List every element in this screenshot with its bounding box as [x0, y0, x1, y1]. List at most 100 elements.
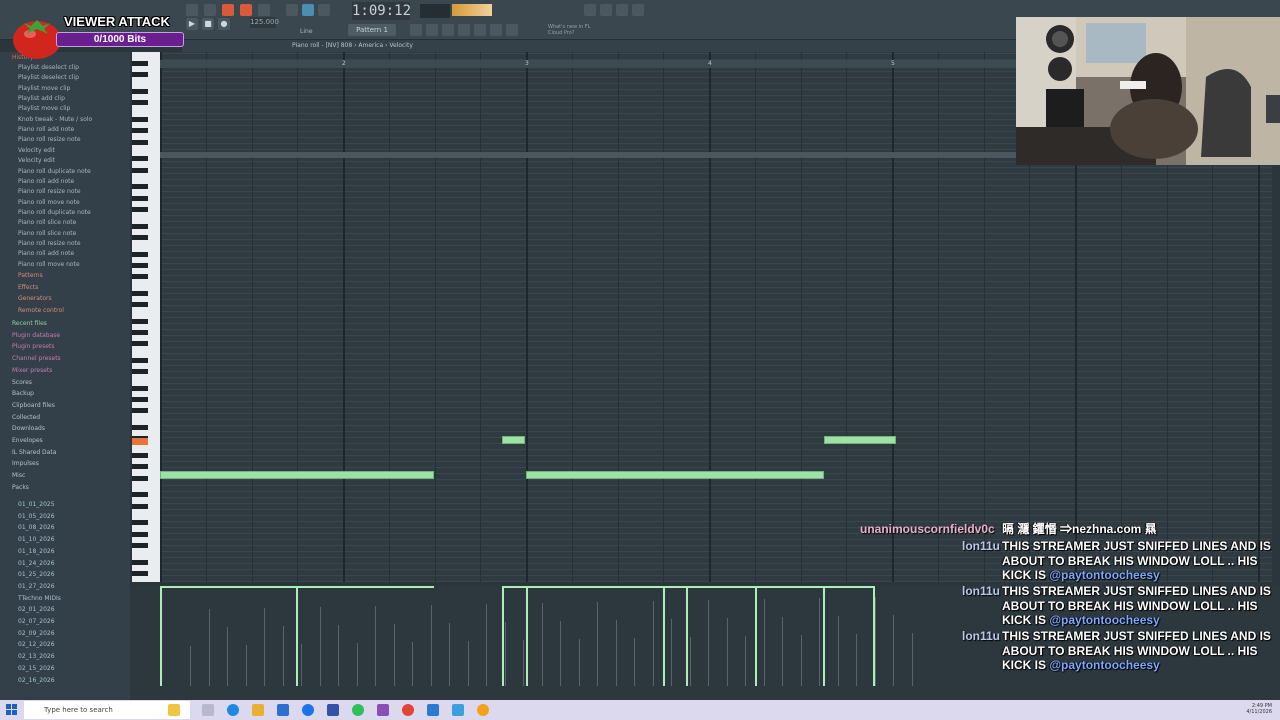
- chrome-icon[interactable]: [302, 704, 314, 716]
- chat-mention[interactable]: @paytontoocheesy: [1049, 658, 1159, 672]
- history-item[interactable]: Piano roll resize note: [18, 136, 81, 143]
- mixer-icon[interactable]: [600, 4, 612, 16]
- browser-section[interactable]: Effects: [18, 284, 38, 291]
- black-key[interactable]: [132, 262, 148, 268]
- history-item[interactable]: Velocity edit: [18, 147, 55, 154]
- black-key[interactable]: [132, 475, 148, 481]
- history-item[interactable]: Piano roll slice note: [18, 230, 76, 237]
- breadcrumb[interactable]: Piano roll - [NV] 808 › America › Veloci…: [292, 42, 413, 49]
- help-icon[interactable]: [506, 24, 518, 36]
- pack-item[interactable]: 01_25_2026: [18, 571, 55, 578]
- black-key[interactable]: [132, 234, 148, 240]
- black-key[interactable]: [132, 520, 148, 526]
- pack-item[interactable]: 01_10_2026: [18, 536, 55, 543]
- black-key[interactable]: [132, 369, 148, 375]
- browser-window-icon[interactable]: [490, 24, 502, 36]
- black-key[interactable]: [132, 503, 148, 509]
- black-key[interactable]: [132, 570, 148, 576]
- pack-item[interactable]: 01_18_2026: [18, 548, 55, 555]
- history-item[interactable]: Piano roll add note: [18, 178, 74, 185]
- browser-folder[interactable]: Packs: [12, 484, 29, 491]
- browser-folder[interactable]: Channel presets: [12, 355, 61, 362]
- history-item[interactable]: Playlist deselect clip: [18, 74, 79, 81]
- history-item[interactable]: Playlist move clip: [18, 105, 70, 112]
- play-icon[interactable]: ▶: [186, 18, 198, 30]
- history-item[interactable]: Piano roll duplicate note: [18, 209, 91, 216]
- history-item[interactable]: Piano roll resize note: [18, 188, 81, 195]
- taskbar-search-input[interactable]: Type here to search: [24, 701, 190, 719]
- browser-icon[interactable]: [632, 4, 644, 16]
- news-panel[interactable]: What's new in FL Cloud Pro?: [548, 24, 628, 36]
- history-item[interactable]: Playlist deselect clip: [18, 64, 79, 71]
- history-item[interactable]: Piano roll move note: [18, 199, 80, 206]
- tempo-display[interactable]: 125.000: [250, 17, 279, 28]
- browser-folder[interactable]: Downloads: [12, 425, 45, 432]
- velocity-bar[interactable]: [663, 586, 665, 686]
- browser-folder[interactable]: Collected: [12, 414, 40, 421]
- timeline-ruler[interactable]: 2 3 4 5: [160, 60, 1016, 68]
- plugin-icon[interactable]: [474, 24, 486, 36]
- pencil-icon[interactable]: [318, 4, 330, 16]
- black-key[interactable]: [132, 453, 148, 459]
- black-key[interactable]: [132, 386, 148, 391]
- history-item[interactable]: Knob tweak - Mute / solo: [18, 116, 92, 123]
- cpu-icon[interactable]: [584, 4, 596, 16]
- pack-item[interactable]: 02_01_2026: [18, 606, 55, 613]
- pack-item[interactable]: TTechno MIDIs: [18, 595, 61, 602]
- browser-section[interactable]: Patterns: [18, 272, 43, 279]
- browser-folder[interactable]: Scores: [12, 379, 32, 386]
- rec-mode-button[interactable]: [222, 4, 234, 16]
- velocity-bar[interactable]: [823, 586, 825, 686]
- chat-mention[interactable]: @paytontoocheesy: [1049, 568, 1159, 582]
- history-item[interactable]: Piano roll move note: [18, 261, 80, 268]
- stop-icon[interactable]: ■: [202, 18, 214, 30]
- black-key[interactable]: [132, 206, 148, 212]
- pack-item[interactable]: 02_16_2026: [18, 677, 55, 684]
- midi-note[interactable]: [502, 436, 525, 444]
- browser-folder[interactable]: Mixer presets: [12, 367, 52, 374]
- velocity-bar[interactable]: [686, 586, 688, 686]
- black-key[interactable]: [132, 184, 148, 190]
- history-item[interactable]: Piano roll resize note: [18, 240, 81, 247]
- velocity-bar[interactable]: [526, 586, 528, 686]
- obs-icon[interactable]: [402, 704, 414, 716]
- black-key[interactable]: [132, 100, 148, 106]
- settings-icon[interactable]: [616, 4, 628, 16]
- pack-item[interactable]: 02_09_2026: [18, 630, 55, 637]
- draw-mode-label[interactable]: Line: [300, 28, 313, 35]
- mail-icon[interactable]: [277, 704, 289, 716]
- black-key[interactable]: [132, 358, 148, 363]
- browser-folder[interactable]: IL Shared Data: [12, 449, 56, 456]
- store-icon[interactable]: [452, 704, 464, 716]
- record-button[interactable]: [204, 4, 216, 16]
- black-key[interactable]: [132, 302, 148, 307]
- black-key[interactable]: [132, 542, 148, 548]
- history-item[interactable]: Piano roll duplicate note: [18, 168, 91, 175]
- black-key[interactable]: [132, 290, 148, 296]
- black-key[interactable]: [132, 72, 148, 78]
- velocity-bar[interactable]: [755, 586, 757, 686]
- black-key[interactable]: [132, 274, 148, 279]
- search-highlight-icon[interactable]: [168, 704, 180, 716]
- pack-item[interactable]: 01_05_2026: [18, 513, 55, 520]
- history-item[interactable]: Piano roll add note: [18, 250, 74, 257]
- file-explorer-icon[interactable]: [252, 704, 264, 716]
- black-key[interactable]: [132, 156, 148, 162]
- mixer-window-icon[interactable]: [458, 24, 470, 36]
- black-key[interactable]: [132, 464, 148, 470]
- black-key[interactable]: [132, 397, 148, 403]
- black-key[interactable]: [132, 223, 148, 229]
- photoshop-icon[interactable]: [327, 704, 339, 716]
- history-item[interactable]: Playlist move clip: [18, 85, 70, 92]
- history-item[interactable]: Piano roll add note: [18, 126, 74, 133]
- browser-folder[interactable]: Plugin presets: [12, 343, 54, 350]
- metronome-button[interactable]: [258, 4, 270, 16]
- pack-item[interactable]: 01_01_2025: [18, 501, 55, 508]
- midi-note[interactable]: [526, 471, 824, 479]
- velocity-bar[interactable]: [160, 586, 162, 686]
- history-item[interactable]: Playlist add clip: [18, 95, 65, 102]
- black-key[interactable]: [132, 341, 148, 347]
- browser-section[interactable]: Generators: [18, 295, 52, 302]
- black-key[interactable]: [132, 89, 148, 95]
- active-key[interactable]: [132, 438, 148, 445]
